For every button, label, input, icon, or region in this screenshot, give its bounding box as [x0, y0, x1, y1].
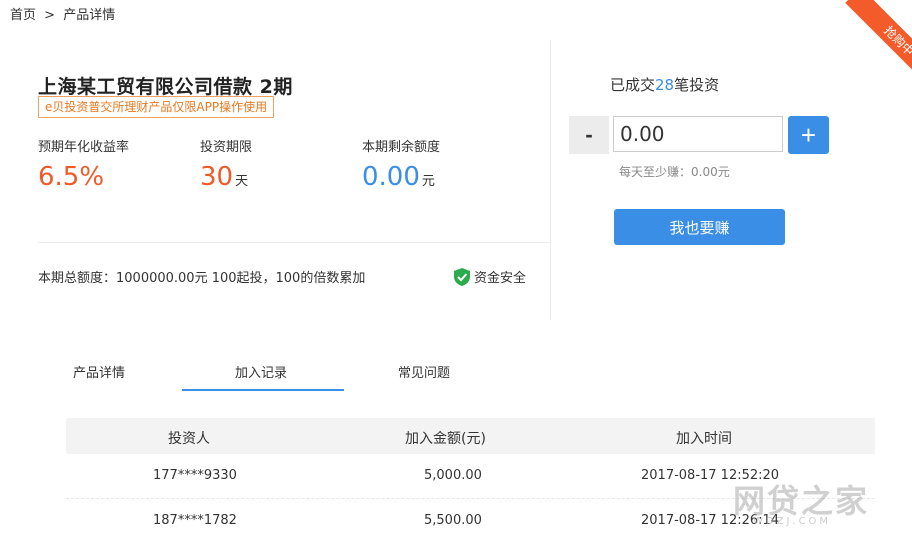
term-number: 30 [200, 162, 234, 192]
annual-yield-label: 预期年化收益率 [38, 140, 130, 155]
total-amount-info: 本期总额度：1000000.00元 100起投，100的倍数累加 [38, 271, 366, 286]
tab-product-details[interactable]: 产品详情 [73, 362, 125, 381]
row-2-amount: 5,500.00 [424, 513, 482, 528]
status-ribbon: 抢购中 [812, 0, 912, 100]
fund-safety-label: 资金安全 [474, 271, 527, 286]
row-2-investor: 187****1782 [153, 513, 237, 528]
invest-amount-input[interactable] [613, 116, 783, 152]
deals-count: 28 [655, 76, 675, 94]
invest-button[interactable]: 我也要赚 [614, 209, 785, 245]
product-title: 上海某工贸有限公司借款 2期 [38, 76, 293, 98]
header-amount: 加入金额(元) [405, 431, 486, 447]
status-ribbon-label: 抢购中 [845, 0, 912, 95]
deals-suffix: 笔投资 [674, 76, 720, 94]
info-divider [38, 242, 550, 243]
breadcrumb-separator: > [44, 8, 56, 23]
annual-yield-number: 6.5% [38, 162, 105, 192]
tab-faq[interactable]: 常见问题 [398, 362, 450, 381]
remaining-number: 0.00 [362, 162, 420, 192]
active-tab-indicator [182, 389, 344, 391]
row-1-investor: 177****9330 [153, 468, 237, 483]
term-value: 30 天 [200, 162, 248, 192]
watermark-url: WDZJ.COM [753, 516, 832, 527]
breadcrumb: 首页 > 产品详情 [10, 4, 119, 23]
deals-count-text: 已成交28笔投资 [610, 74, 719, 95]
breadcrumb-home-link[interactable]: 首页 [10, 8, 36, 23]
term-label: 投资期限 [200, 140, 253, 155]
shield-check-icon [454, 267, 470, 286]
breadcrumb-current: 产品详情 [63, 8, 116, 23]
remaining-label: 本期剩余额度 [362, 140, 441, 155]
deals-prefix: 已成交 [610, 76, 656, 94]
daily-earning-text: 每天至少赚：0.00元 [619, 165, 730, 179]
remaining-unit: 元 [421, 174, 435, 189]
header-investor: 投资人 [168, 431, 210, 447]
app-only-notice: e贝投资普交所理财产品仅限APP操作使用 [38, 96, 275, 118]
tab-join-records[interactable]: 加入记录 [235, 362, 287, 381]
term-unit: 天 [235, 174, 249, 189]
annual-yield-value: 6.5% [38, 162, 104, 192]
fund-safety-badge: 资金安全 [454, 267, 526, 286]
increase-amount-button[interactable]: + [788, 116, 829, 154]
panel-divider [550, 40, 551, 320]
remaining-value: 0.00 元 [362, 162, 435, 192]
header-time: 加入时间 [676, 431, 732, 447]
row-1-amount: 5,000.00 [424, 468, 482, 483]
decrease-amount-button[interactable]: - [569, 116, 609, 154]
